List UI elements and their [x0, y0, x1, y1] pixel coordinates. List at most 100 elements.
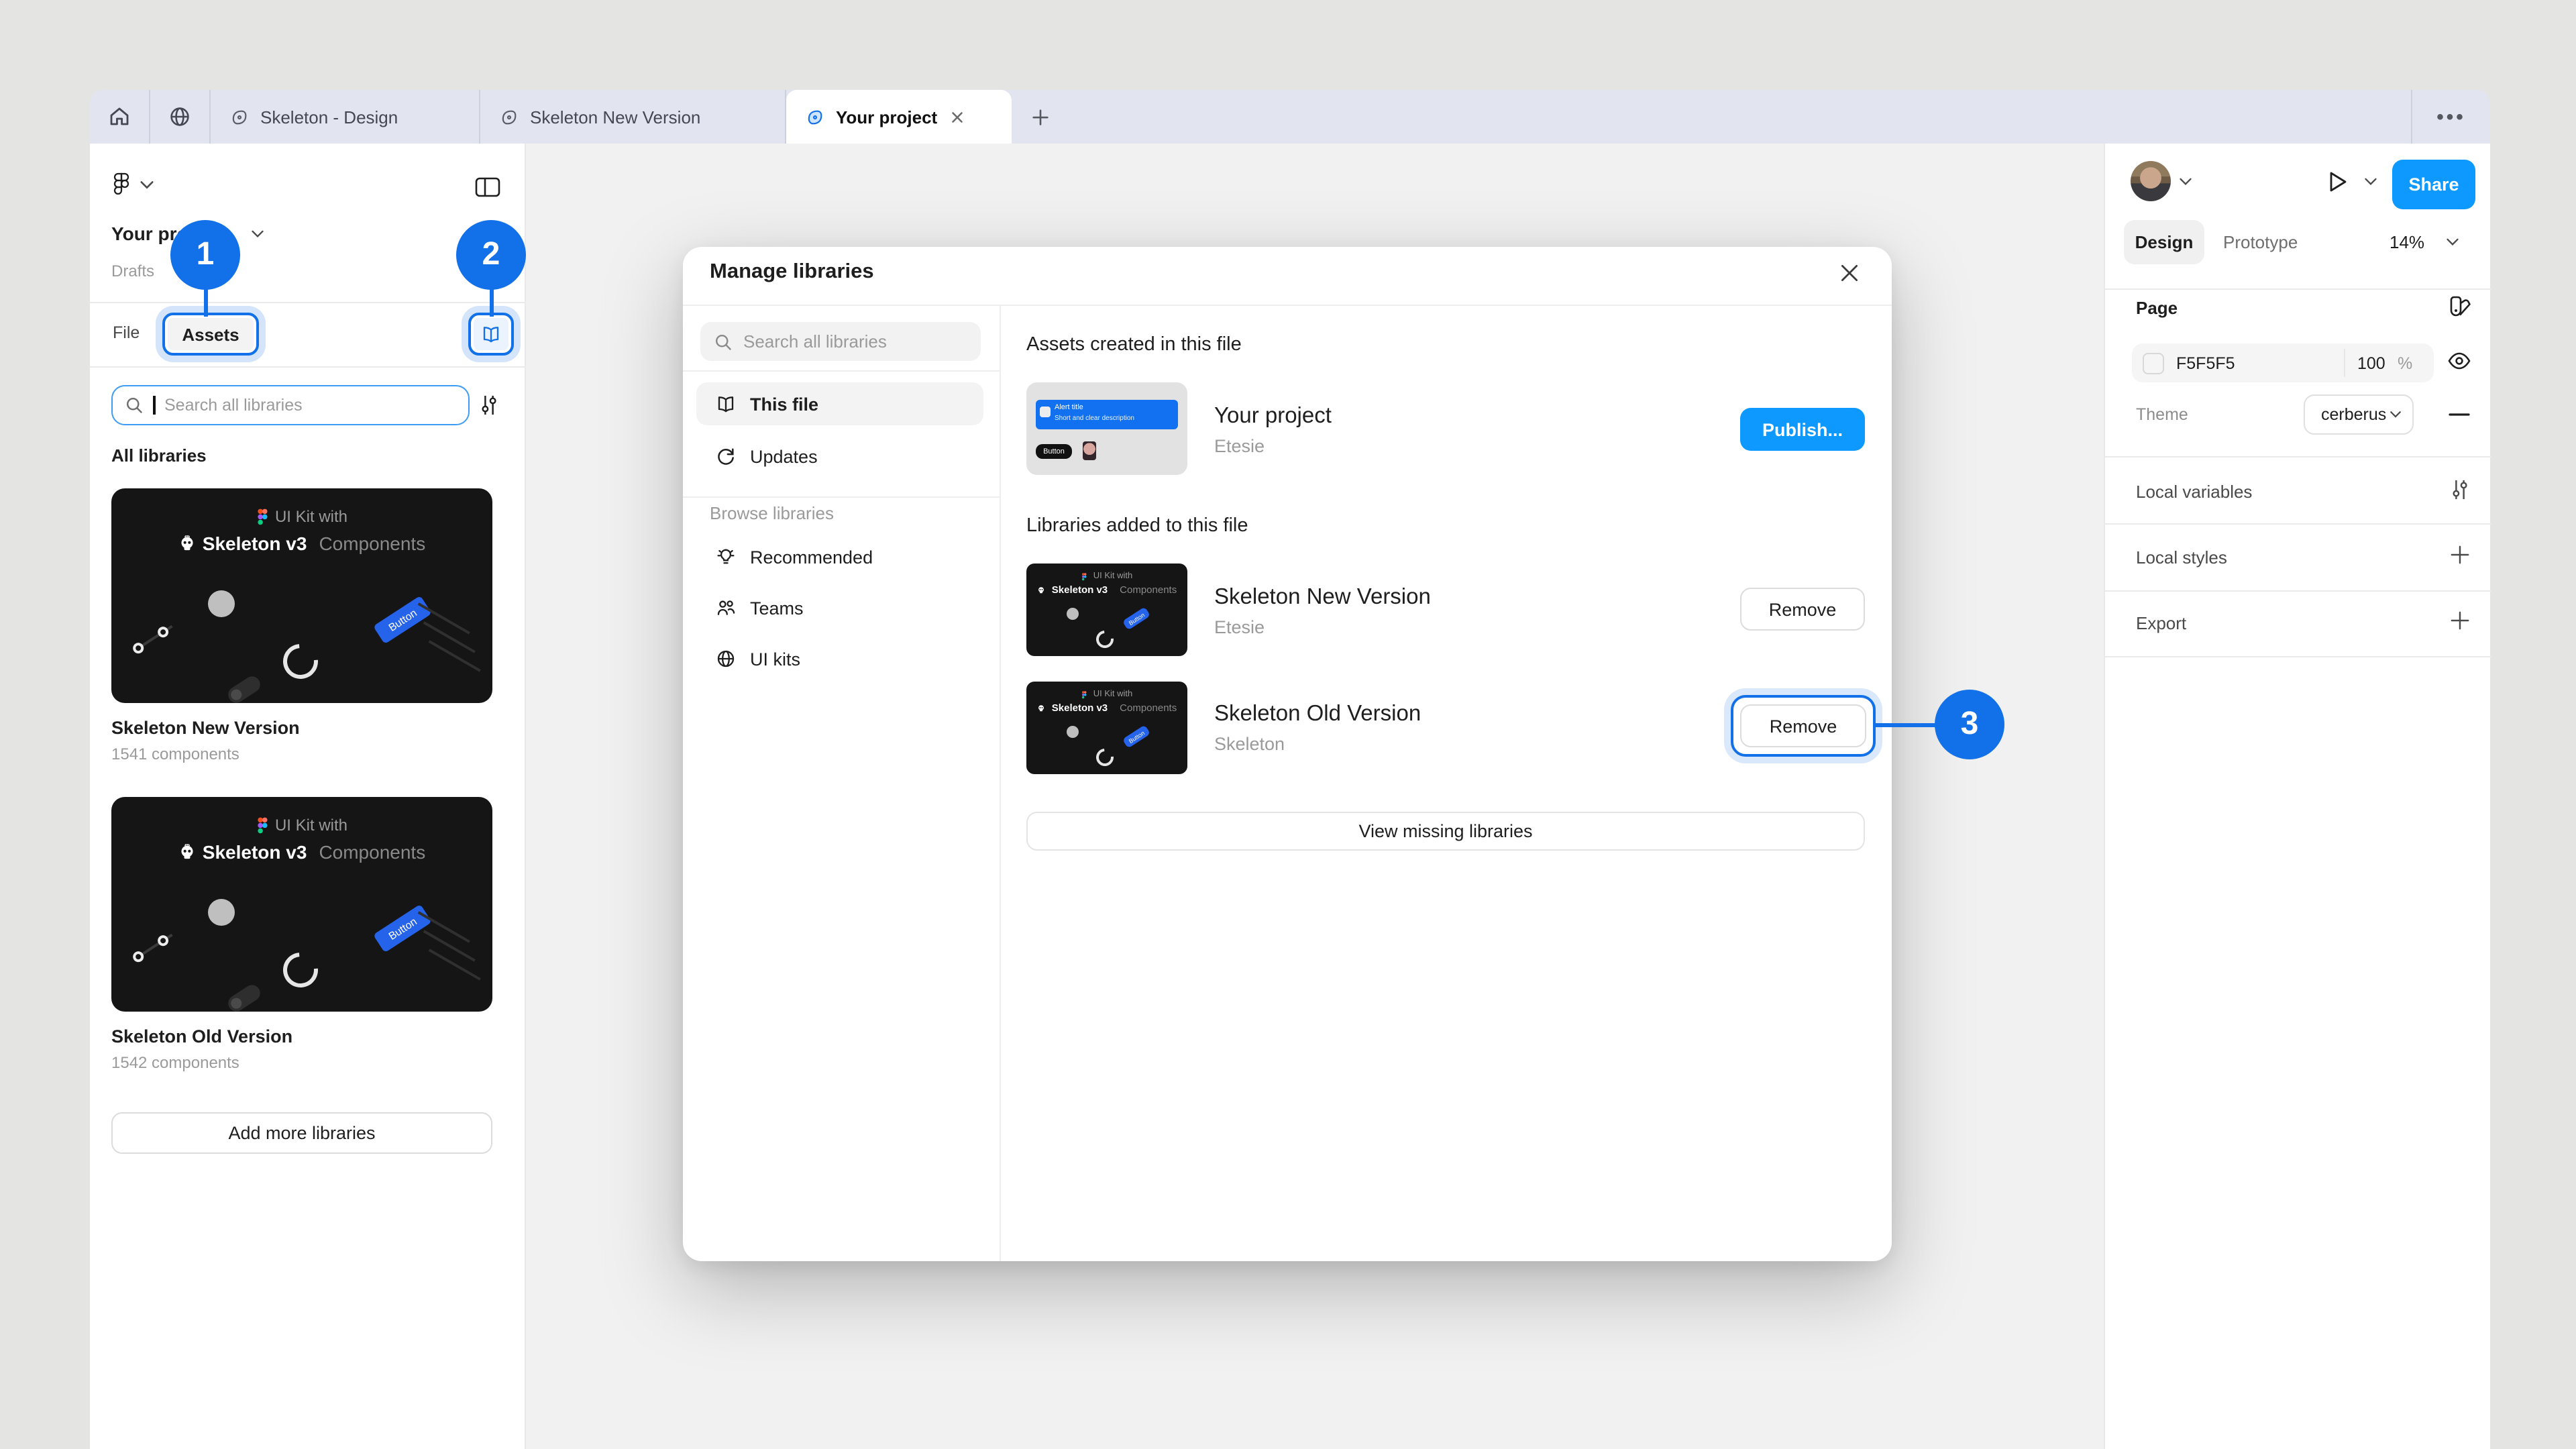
- theme-dropdown[interactable]: cerberus: [2304, 394, 2414, 435]
- add-style-button[interactable]: [2450, 545, 2470, 565]
- tab-design[interactable]: Design: [2124, 220, 2204, 264]
- divider: [683, 305, 1892, 306]
- chevron-down-icon[interactable]: [2179, 177, 2192, 186]
- project-title: Your project: [1214, 404, 1332, 429]
- thumb-line2: Skeleton v3 Components: [111, 841, 492, 863]
- present-play-icon[interactable]: [2325, 169, 2349, 195]
- library-row-subtitle: Skeleton: [1214, 734, 1285, 754]
- thumb-line1: UI Kit with: [1026, 690, 1187, 699]
- skull-icon: [1037, 704, 1045, 712]
- local-variables-label: Local variables: [2136, 482, 2252, 502]
- tab-skeleton-new-version[interactable]: Skeleton New Version: [480, 90, 785, 144]
- figma-logo-icon[interactable]: [111, 169, 131, 199]
- remove-library-button[interactable]: Remove: [1740, 588, 1865, 631]
- figma-app: Skeleton - Design Skeleton New Version Y…: [0, 0, 2576, 1449]
- nav-this-file[interactable]: This file: [696, 382, 983, 425]
- thumb-accordion-line: [429, 949, 481, 980]
- divider: [90, 366, 526, 368]
- home-button[interactable]: [90, 90, 149, 144]
- local-variables-button[interactable]: [2450, 478, 2470, 502]
- close-tab-icon[interactable]: [948, 108, 965, 125]
- all-libraries-heading: All libraries: [111, 445, 207, 466]
- divider: [2105, 288, 2491, 290]
- nav-teams[interactable]: Teams: [696, 586, 983, 629]
- styles-swatchbook-icon[interactable]: [2447, 294, 2473, 319]
- opacity-value[interactable]: 100: [2357, 354, 2385, 373]
- thumb-avatar: [1083, 441, 1096, 460]
- library-card-thumbnail[interactable]: UI Kit with Skeleton v3 Components Butto…: [111, 797, 492, 1012]
- tab-prototype[interactable]: Prototype: [2223, 232, 2298, 252]
- left-sidebar: Your project Drafts File Assets Search a…: [90, 144, 526, 1449]
- library-search-input[interactable]: Search all libraries: [111, 385, 470, 425]
- library-card-title[interactable]: Skeleton New Version: [111, 718, 300, 738]
- libraries-button[interactable]: [468, 313, 514, 356]
- new-tab-button[interactable]: [1012, 90, 1068, 144]
- thumb-accordion-line: [423, 930, 476, 961]
- color-hex-value[interactable]: F5F5F5: [2176, 354, 2235, 373]
- library-row-thumbnail: UI Kit with Skeleton v3 Components Butto…: [1026, 682, 1187, 774]
- ellipsis-icon: •••: [2436, 105, 2466, 128]
- color-swatch[interactable]: [2143, 352, 2164, 374]
- assets-created-heading: Assets created in this file: [1026, 334, 1242, 356]
- filter-icon[interactable]: [479, 393, 499, 417]
- divider: [2344, 349, 2345, 377]
- right-sidebar: Share Design Prototype 14% Page F5F5F5 1…: [2104, 144, 2490, 1449]
- tab-skeleton-design[interactable]: Skeleton - Design: [211, 90, 479, 144]
- window-menu-button[interactable]: •••: [2412, 90, 2490, 144]
- publish-button[interactable]: Publish...: [1740, 408, 1865, 451]
- tab-your-project[interactable]: Your project: [786, 90, 1012, 144]
- library-card-title[interactable]: Skeleton Old Version: [111, 1026, 292, 1046]
- search-placeholder: Search all libraries: [164, 396, 303, 415]
- close-dialog-icon[interactable]: [1838, 262, 1861, 284]
- divider: [683, 496, 1000, 498]
- thumb-button-chip: Button: [373, 904, 432, 953]
- library-row-thumbnail: UI Kit with Skeleton v3 Components Butto…: [1026, 564, 1187, 656]
- thumb-slider: [131, 930, 175, 964]
- tab-assets[interactable]: Assets: [162, 313, 259, 356]
- plus-icon: [1030, 107, 1050, 127]
- remove-theme-minus-icon[interactable]: [2449, 412, 2470, 417]
- divider: [90, 302, 526, 303]
- community-button[interactable]: [150, 90, 209, 144]
- teams-people-icon: [715, 597, 737, 619]
- library-card-thumbnail[interactable]: UI Kit with Skeleton v3 Components Butto…: [111, 488, 492, 703]
- browse-libraries-heading: Browse libraries: [710, 503, 834, 523]
- nav-recommended[interactable]: Recommended: [696, 535, 983, 578]
- library-row-subtitle: Etesie: [1214, 617, 1265, 637]
- project-thumbnail: Alert title Short and clear description …: [1026, 382, 1187, 475]
- nav-updates[interactable]: Updates: [696, 435, 983, 478]
- panel-toggle-icon[interactable]: [475, 177, 500, 197]
- add-more-libraries-button[interactable]: Add more libraries: [111, 1112, 492, 1154]
- thumb-line1: UI Kit with: [111, 816, 492, 835]
- avatar[interactable]: [2131, 161, 2171, 201]
- share-button[interactable]: Share: [2392, 160, 2475, 209]
- file-tab-bar: Skeleton - Design Skeleton New Version Y…: [90, 90, 2490, 144]
- thumb-line1: UI Kit with: [111, 507, 492, 526]
- thumb-accordion-line: [423, 621, 476, 653]
- thumb-spinner: [1093, 627, 1118, 652]
- tab-file[interactable]: File: [113, 323, 140, 342]
- book-icon: [480, 324, 502, 344]
- libraries-added-heading: Libraries added to this file: [1026, 515, 1248, 537]
- manage-libraries-dialog: Manage libraries Search all libraries Th…: [683, 247, 1892, 1261]
- chevron-down-icon[interactable]: [140, 180, 154, 191]
- library-card-count: 1542 components: [111, 1053, 239, 1072]
- add-export-button[interactable]: [2450, 610, 2470, 631]
- annotation-step-3: 3: [1935, 690, 2004, 759]
- theme-value: cerberus: [2321, 405, 2386, 424]
- figma-mini-logo-icon: [256, 508, 268, 525]
- nav-ui-kits[interactable]: UI kits: [696, 637, 983, 680]
- chevron-down-icon[interactable]: [251, 229, 264, 239]
- divider: [2105, 523, 2491, 525]
- thumb-knob: [1067, 726, 1079, 738]
- tab-assets-label: Assets: [182, 324, 239, 344]
- visibility-eye-icon[interactable]: [2446, 347, 2473, 374]
- chevron-down-icon[interactable]: [2446, 237, 2459, 247]
- breadcrumb[interactable]: Drafts: [111, 262, 154, 280]
- chevron-down-icon[interactable]: [2364, 177, 2377, 186]
- dialog-search-input[interactable]: Search all libraries: [700, 322, 981, 361]
- text-caret: [153, 396, 155, 415]
- remove-library-button[interactable]: Remove: [1740, 704, 1866, 747]
- zoom-level[interactable]: 14%: [2390, 232, 2424, 252]
- view-missing-libraries-button[interactable]: View missing libraries: [1026, 812, 1865, 851]
